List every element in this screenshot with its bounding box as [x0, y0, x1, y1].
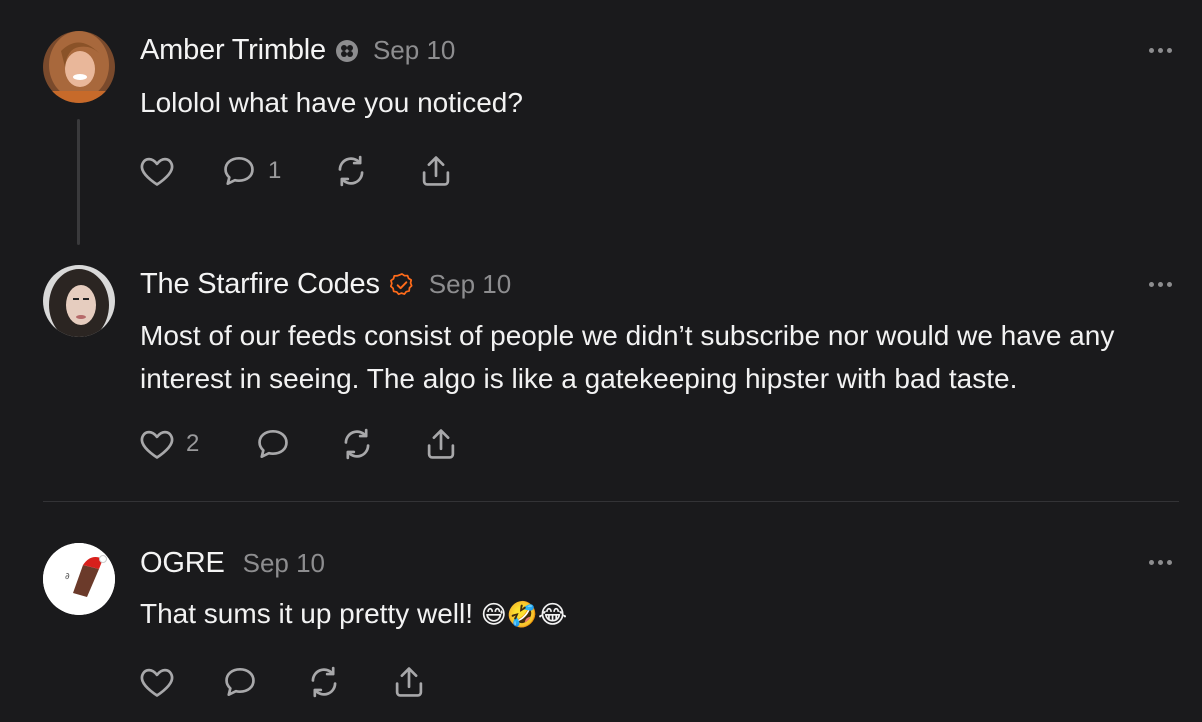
thread-connector-line — [77, 119, 80, 245]
heart-icon — [138, 425, 176, 463]
more-options-icon[interactable] — [1149, 560, 1172, 565]
share-icon — [417, 152, 455, 190]
restack-icon — [338, 425, 376, 463]
share-button[interactable] — [390, 663, 428, 701]
restack-button[interactable] — [338, 425, 376, 463]
heart-icon — [138, 152, 176, 190]
restack-icon — [305, 663, 343, 701]
post-date[interactable]: Sep 10 — [373, 35, 455, 66]
avatar[interactable]: ∂ — [43, 543, 115, 615]
share-button[interactable] — [417, 152, 455, 190]
share-button[interactable] — [422, 425, 460, 463]
comment-bubble-icon — [254, 425, 292, 463]
post-header: The Starfire Codes Sep 10 — [140, 268, 511, 301]
post-header: Amber Trimble Sep 10 — [140, 34, 455, 67]
restack-button[interactable] — [305, 663, 343, 701]
post-text: That sums it up pretty well! 😅🤣😂 — [140, 592, 1180, 637]
post-date[interactable]: Sep 10 — [243, 548, 325, 579]
restack-icon — [332, 152, 370, 190]
comment-count: 1 — [268, 157, 282, 184]
subscriber-badge-icon — [335, 39, 359, 63]
more-options-icon[interactable] — [1149, 48, 1172, 53]
post-text: Lololol what have you noticed? — [140, 87, 523, 118]
author-name[interactable]: The Starfire Codes — [140, 268, 380, 301]
post-text: Most of our feeds consist of people we d… — [140, 320, 1115, 394]
post-date[interactable]: Sep 10 — [429, 269, 511, 300]
post-text-content: That sums it up pretty well! — [140, 598, 474, 629]
comment-bubble-icon — [220, 152, 258, 190]
verified-check-icon — [389, 272, 415, 298]
comment-button[interactable] — [221, 663, 259, 701]
author-name[interactable]: OGRE — [140, 547, 225, 580]
avatar[interactable] — [43, 31, 115, 103]
share-icon — [390, 663, 428, 701]
like-count: 2 — [186, 430, 200, 457]
share-icon — [422, 425, 460, 463]
avatar[interactable] — [43, 265, 115, 337]
emoji-group: 😅🤣😂 — [480, 601, 568, 629]
comment-button[interactable]: 1 — [220, 152, 281, 190]
comment-bubble-icon — [221, 663, 259, 701]
like-button[interactable] — [138, 663, 176, 701]
more-options-icon[interactable] — [1149, 282, 1172, 287]
comment-button[interactable] — [254, 425, 292, 463]
post-header: OGRE Sep 10 — [140, 547, 325, 580]
svg-text:∂: ∂ — [65, 572, 70, 582]
like-button[interactable]: 2 — [138, 425, 199, 463]
avatar-photo-icon — [43, 31, 115, 103]
avatar-photo-icon — [43, 265, 115, 337]
author-name[interactable]: Amber Trimble — [140, 34, 326, 67]
avatar-photo-icon: ∂ — [43, 543, 115, 615]
heart-icon — [138, 663, 176, 701]
restack-button[interactable] — [332, 152, 370, 190]
post-divider — [43, 501, 1179, 502]
like-button[interactable] — [138, 152, 176, 190]
